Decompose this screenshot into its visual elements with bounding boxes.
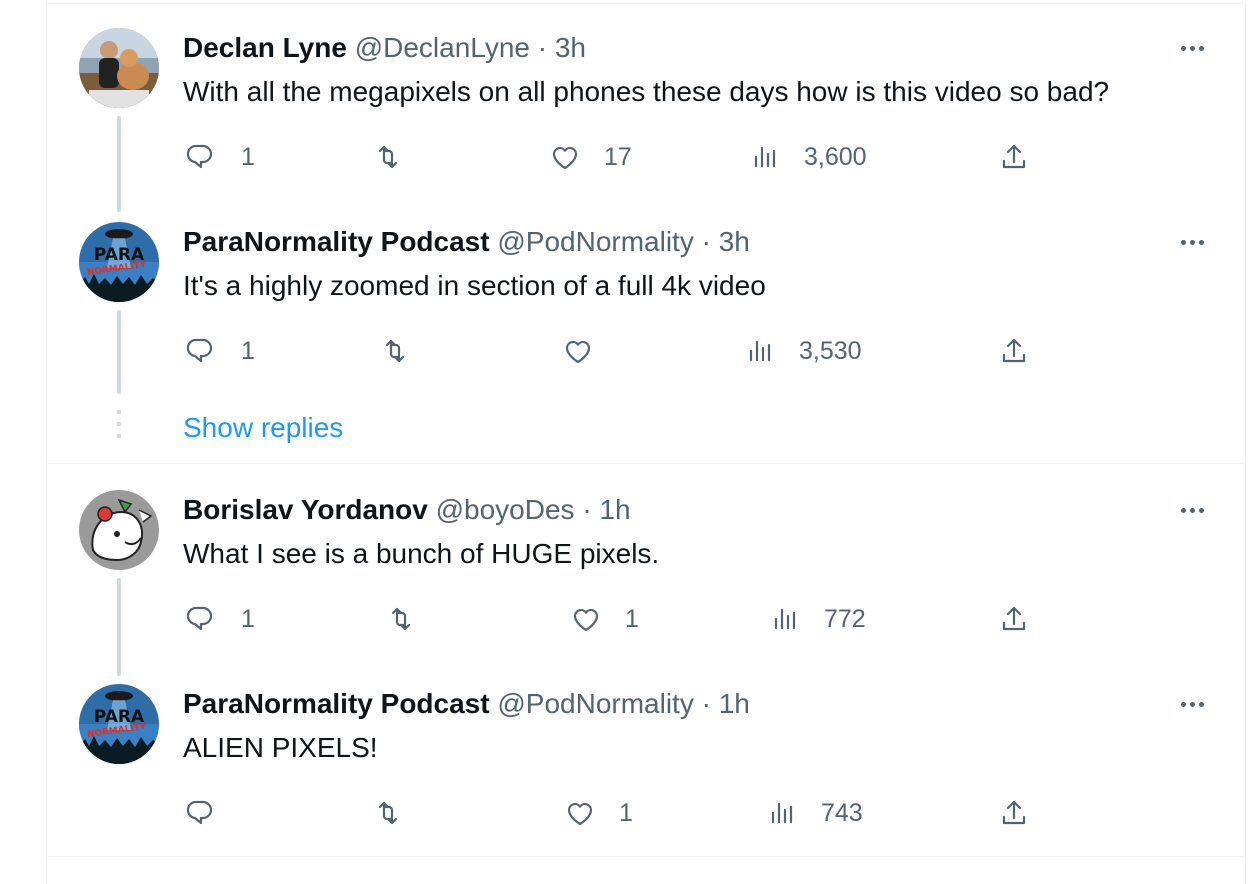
divider xyxy=(46,856,1244,857)
reply-button[interactable]: 1 xyxy=(185,140,255,174)
reply-button[interactable] xyxy=(185,796,219,830)
reply-count: 1 xyxy=(241,604,255,633)
views-count: 772 xyxy=(824,604,866,633)
separator: · xyxy=(537,32,548,63)
like-icon xyxy=(552,146,578,170)
author-name[interactable]: ParaNormality Podcast xyxy=(183,688,490,719)
author-handle[interactable]: @boyoDes xyxy=(436,494,575,525)
views-icon xyxy=(754,146,776,168)
share-button[interactable] xyxy=(997,602,1031,636)
reply-count: 1 xyxy=(241,142,255,171)
more-icon[interactable] xyxy=(1172,38,1212,58)
timestamp[interactable]: 3h xyxy=(719,226,750,257)
like-button[interactable] xyxy=(561,334,595,368)
show-replies-link[interactable]: Show replies xyxy=(183,410,343,446)
views-count: 743 xyxy=(821,798,863,827)
timestamp[interactable]: 3h xyxy=(555,32,586,63)
share-button[interactable] xyxy=(997,140,1031,174)
views-button[interactable]: 3,530 xyxy=(743,334,862,368)
divider xyxy=(46,463,1244,464)
views-icon xyxy=(774,608,796,630)
timestamp[interactable]: 1h xyxy=(719,688,750,719)
like-button[interactable]: 1 xyxy=(569,602,639,636)
paranormality-logo: PARA NORMALITY xyxy=(79,684,159,764)
author-handle[interactable]: @DeclanLyne xyxy=(355,32,530,63)
like-count: 1 xyxy=(619,798,633,827)
author-handle[interactable]: @PodNormality xyxy=(497,688,693,719)
thread-line xyxy=(117,116,121,212)
thread-dots xyxy=(117,410,121,446)
retweet-button[interactable] xyxy=(384,602,418,636)
thread-line xyxy=(117,310,121,394)
views-button[interactable]: 743 xyxy=(765,796,863,830)
views-button[interactable]: 772 xyxy=(768,602,866,636)
views-icon xyxy=(771,802,793,824)
reply-icon xyxy=(186,800,213,825)
separator: · xyxy=(582,494,592,525)
share-button[interactable] xyxy=(997,796,1031,830)
tweet-text: ALIEN PIXELS! xyxy=(183,732,378,763)
separator: · xyxy=(701,226,711,257)
tweet-header: Declan Lyne @DeclanLyne · 3h xyxy=(183,30,586,66)
thread-line xyxy=(117,578,121,676)
author-name[interactable]: Borislav Yordanov xyxy=(183,494,428,525)
avatar[interactable] xyxy=(79,28,159,108)
reply-count: 1 xyxy=(241,336,255,365)
tweet-header: Borislav Yordanov @boyoDes · 1h xyxy=(183,492,631,528)
tweet-header: ParaNormality Podcast @PodNormality · 3h xyxy=(183,224,750,260)
tweet-text: With all the megapixels on all phones th… xyxy=(183,76,1110,107)
views-icon xyxy=(749,340,771,362)
tweet-header: ParaNormality Podcast @PodNormality · 1h xyxy=(183,686,750,722)
share-icon xyxy=(1002,606,1026,631)
tweet-text: What I see is a bunch of HUGE pixels. xyxy=(183,538,660,569)
like-icon xyxy=(565,340,591,364)
tweet-text: It's a highly zoomed in section of a ful… xyxy=(183,270,766,301)
views-button[interactable]: 3,600 xyxy=(748,140,867,174)
avatar[interactable]: PARA NORMALITY xyxy=(79,684,159,764)
reply-button[interactable]: 1 xyxy=(185,602,255,636)
retweet-icon xyxy=(385,339,405,363)
author-name[interactable]: ParaNormality Podcast xyxy=(183,226,490,257)
views-count: 3,530 xyxy=(799,336,862,365)
reply-icon xyxy=(186,144,213,169)
separator: · xyxy=(701,688,711,719)
author-handle[interactable]: @PodNormality xyxy=(497,226,693,257)
like-button[interactable]: 1 xyxy=(563,796,633,830)
reply-icon xyxy=(186,338,213,363)
paranormality-logo: PARA NORMALITY xyxy=(79,222,159,302)
views-count: 3,600 xyxy=(804,142,867,171)
retweet-button[interactable] xyxy=(378,334,412,368)
retweet-icon xyxy=(378,145,398,169)
reply-button[interactable]: 1 xyxy=(185,334,255,368)
retweet-button[interactable] xyxy=(371,796,405,830)
share-icon xyxy=(1002,800,1026,825)
like-count: 1 xyxy=(625,604,639,633)
retweet-icon xyxy=(378,801,398,825)
more-icon[interactable] xyxy=(1172,500,1212,520)
retweet-icon xyxy=(391,607,411,631)
reply-icon xyxy=(186,606,213,631)
share-icon xyxy=(1002,338,1026,363)
like-button[interactable]: 17 xyxy=(548,140,632,174)
avatar[interactable]: PARA NORMALITY xyxy=(79,222,159,302)
like-icon xyxy=(573,608,599,632)
share-button[interactable] xyxy=(997,334,1031,368)
like-icon xyxy=(567,802,593,826)
person-with-dog-photo xyxy=(79,28,159,108)
cartoon-illustration xyxy=(79,490,159,570)
timestamp[interactable]: 1h xyxy=(599,494,630,525)
avatar[interactable] xyxy=(79,490,159,570)
more-icon[interactable] xyxy=(1172,694,1212,714)
author-name[interactable]: Declan Lyne xyxy=(183,32,347,63)
share-icon xyxy=(1002,144,1026,169)
more-icon[interactable] xyxy=(1172,232,1212,252)
like-count: 17 xyxy=(604,142,632,171)
retweet-button[interactable] xyxy=(371,140,405,174)
